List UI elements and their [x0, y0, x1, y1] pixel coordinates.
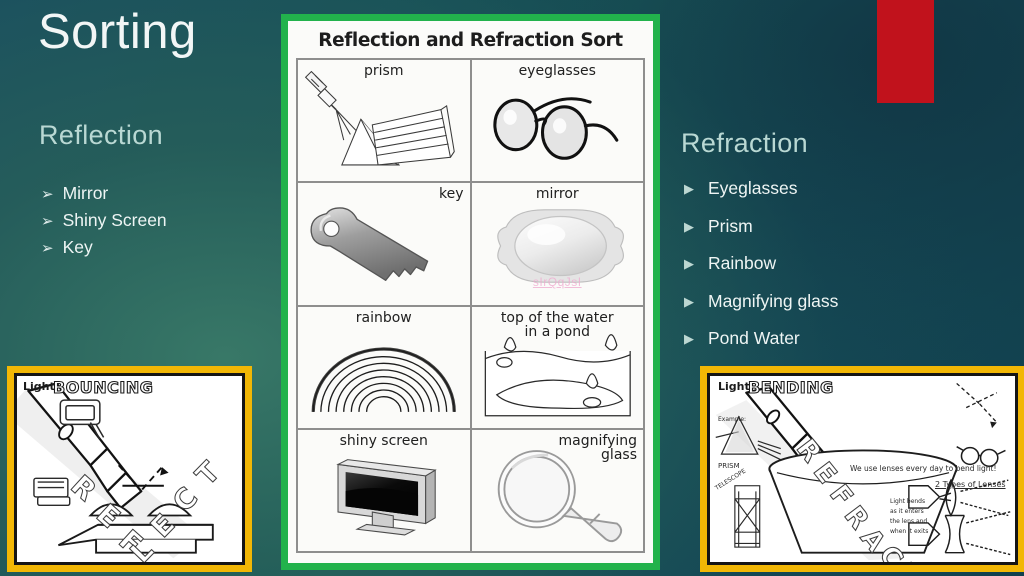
triangle-bullet-icon: ▶: [684, 293, 694, 309]
sort-cell-label: rainbow: [355, 309, 412, 326]
sort-cell-magnifying-glass: magnifying glass: [470, 428, 644, 552]
triangle-bullet-icon: ▶: [684, 256, 694, 272]
sort-cell-label: top of the water in a pond: [500, 309, 614, 341]
lens-note-line: the lens and: [890, 518, 928, 525]
reflect-bouncing-label: BOUNCING: [52, 377, 154, 397]
list-item-label: Prism: [708, 215, 753, 236]
sort-cell-label: eyeglasses: [518, 63, 596, 79]
sort-cell-label: magnifying glass: [558, 432, 637, 464]
sort-cell-eyeglasses: eyeglasses: [470, 59, 644, 183]
sort-worksheet-image: Reflection and Refraction Sort prism eye…: [281, 14, 660, 570]
list-item: ➢ Key: [41, 234, 167, 261]
refract-light-label: Light: [718, 380, 750, 393]
refract-bending-label: BENDING: [747, 377, 834, 397]
list-item-label: Rainbow: [708, 253, 777, 273]
list-item: ▶ Eyeglasses: [684, 178, 838, 198]
watermark-text: sIrQqJsI: [532, 275, 582, 290]
refraction-heading: Refraction: [681, 128, 809, 158]
sort-cell-label: prism: [364, 63, 404, 79]
sort-cell-label: key: [438, 186, 464, 203]
list-item-label: Mirror: [62, 183, 109, 203]
list-item-label: Shiny Screen: [62, 209, 167, 230]
list-item-label: Pond Water: [708, 328, 800, 348]
list-item-label: Eyeglasses: [708, 178, 798, 198]
lens-note-line: as it enters: [890, 508, 924, 515]
list-item: ➢ Shiny Screen: [41, 207, 167, 234]
sort-cell-prism: prism: [297, 59, 471, 183]
sort-cell-pond: top of the water in a pond: [470, 305, 644, 429]
sort-cell-label: mirror: [535, 186, 579, 203]
page-title: Sorting: [38, 5, 197, 59]
triangle-bullet-icon: ▶: [684, 331, 694, 347]
sort-cell-shiny-screen: shiny screen: [297, 428, 471, 552]
lens-note-line: when it exits: [890, 528, 929, 535]
list-item-label: Key: [62, 236, 93, 257]
list-item: ▶ Rainbow: [684, 253, 838, 273]
arrow-bullet-icon: ➢: [41, 239, 54, 257]
prism-label: PRISM: [718, 462, 740, 470]
refraction-list: ▶ Eyeglasses ▶ Prism ▶ Rainbow ▶ Magnify…: [684, 178, 839, 368]
triangle-bullet-icon: ▶: [684, 218, 694, 234]
arrow-bullet-icon: ➢: [41, 212, 54, 230]
sort-grid: prism eyeglasses key mirror sIrQqJsI rai…: [296, 58, 645, 553]
worksheet-title: Reflection and Refraction Sort: [318, 30, 623, 51]
lens-heading: 2 Types of Lenses: [935, 480, 1006, 489]
lens-sentence: We use lenses every day to bend light!: [850, 464, 997, 473]
reflection-list: ➢ Mirror ➢ Shiny Screen ➢ Key: [41, 180, 167, 260]
example-label: Example:: [718, 416, 747, 423]
arrow-bullet-icon: ➢: [41, 186, 54, 203]
list-item: ▶ Pond Water: [684, 328, 838, 348]
lens-note-line: Light bends: [890, 498, 926, 505]
reflect-light-label: Light: [23, 380, 55, 393]
red-accent-rectangle: [877, 0, 934, 103]
list-item-label: Magnifying glass: [708, 290, 839, 311]
sort-cell-mirror: mirror sIrQqJsI: [470, 182, 644, 306]
slide-canvas: Sorting Reflection ➢ Mirror ➢ Shiny Scre…: [0, 0, 1024, 576]
reflect-worksheet-image: Light BOUNCING R E F L E C T: [7, 366, 252, 572]
refract-worksheet-image: Light BENDING Example: PRISM TELESCOPE W…: [700, 366, 1024, 572]
sort-cell-label: shiny screen: [339, 432, 428, 449]
list-item: ➢ Mirror: [41, 180, 167, 207]
svg-text:T: T: [189, 455, 226, 491]
sort-cell-key: key: [297, 182, 471, 306]
list-item: ▶ Magnifying glass: [684, 290, 839, 311]
sort-cell-rainbow: rainbow: [297, 305, 471, 429]
reflection-heading: Reflection: [39, 120, 164, 150]
triangle-bullet-icon: ▶: [684, 181, 694, 197]
list-item: ▶ Prism: [684, 215, 838, 236]
